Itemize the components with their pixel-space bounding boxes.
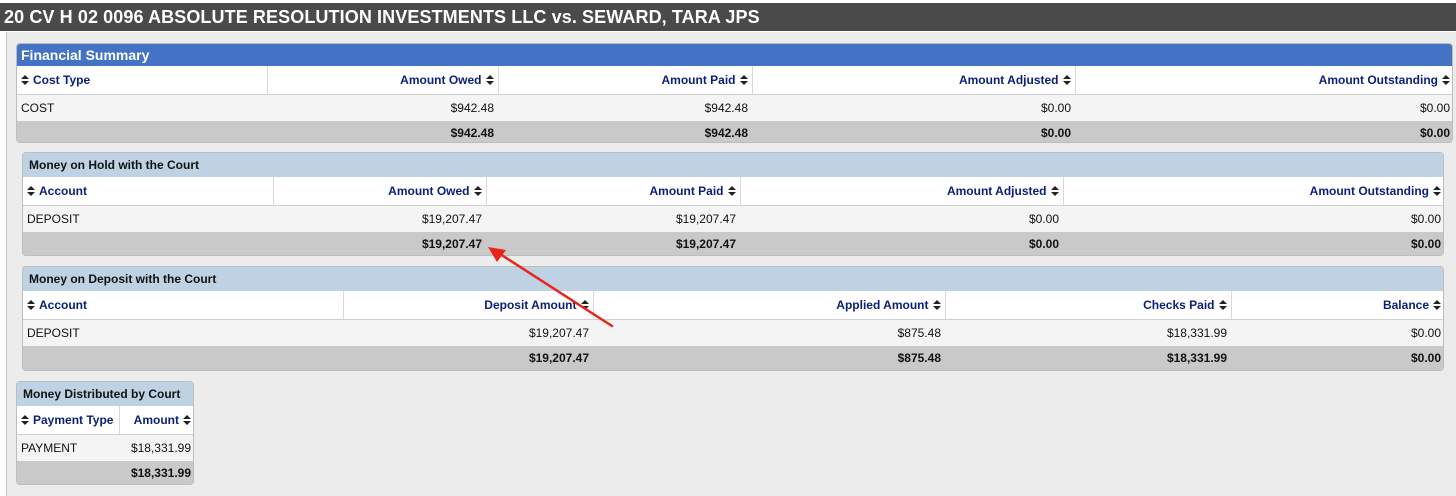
cell-amount: $18,331.99 bbox=[119, 434, 193, 461]
cell-amount-outstanding: $0.00 bbox=[1063, 205, 1443, 232]
cell-amount-paid: $19,207.47 bbox=[486, 205, 740, 232]
cell-payment-type: PAYMENT bbox=[17, 434, 119, 461]
sort-icon bbox=[1433, 185, 1441, 196]
money-on-deposit-table: Account Deposit Amount Applied Amount Ch… bbox=[23, 291, 1443, 370]
sort-icon bbox=[485, 74, 494, 85]
table-header-row: Cost Type Amount Owed Amount Paid Amount… bbox=[17, 66, 1452, 95]
sort-icon bbox=[727, 185, 736, 196]
money-on-hold-panel: Money on Hold with the Court Account Amo… bbox=[22, 152, 1444, 256]
total-label bbox=[17, 461, 119, 484]
cell-deposit-amount: $19,207.47 bbox=[343, 319, 593, 346]
total-balance: $0.00 bbox=[1231, 346, 1443, 370]
table-row: DEPOSIT $19,207.47 $19,207.47 $0.00 $0.0… bbox=[23, 205, 1443, 232]
column-header-payment-type[interactable]: Payment Type bbox=[17, 406, 119, 435]
column-header-amount-owed[interactable]: Amount Owed bbox=[272, 177, 486, 206]
column-header-account[interactable]: Account bbox=[23, 177, 273, 206]
sort-icon bbox=[739, 74, 748, 85]
total-label bbox=[23, 346, 343, 370]
table-row: PAYMENT $18,331.99 bbox=[17, 434, 193, 461]
table-header-row: Account Deposit Amount Applied Amount Ch… bbox=[23, 291, 1443, 320]
money-on-hold-table: Account Amount Owed Amount Paid Amount A… bbox=[23, 177, 1443, 255]
total-amount-adjusted: $0.00 bbox=[752, 121, 1075, 142]
total-amount-owed: $19,207.47 bbox=[273, 232, 486, 255]
sort-icon bbox=[473, 185, 482, 196]
table-header-row: Payment Type Amount bbox=[17, 406, 193, 435]
column-header-amount-adjusted[interactable]: Amount Adjusted bbox=[751, 66, 1075, 95]
column-header-deposit-amount[interactable]: Deposit Amount bbox=[342, 291, 593, 320]
case-title: 20 CV H 02 0096 ABSOLUTE RESOLUTION INVE… bbox=[0, 3, 1456, 31]
cell-checks-paid: $18,331.99 bbox=[945, 319, 1231, 346]
financial-summary-panel: Financial Summary Cost Type Amount Owed … bbox=[16, 43, 1453, 143]
total-applied-amount: $875.48 bbox=[593, 346, 945, 370]
total-row: $18,331.99 bbox=[17, 461, 193, 484]
table-header-row: Account Amount Owed Amount Paid Amount A… bbox=[23, 177, 1443, 206]
sort-icon bbox=[580, 299, 589, 310]
total-deposit-amount: $19,207.47 bbox=[343, 346, 593, 370]
total-amount-outstanding: $0.00 bbox=[1075, 121, 1452, 142]
total-amount: $18,331.99 bbox=[119, 461, 193, 484]
column-header-amount-paid[interactable]: Amount Paid bbox=[497, 66, 752, 95]
column-header-amount-owed[interactable]: Amount Owed bbox=[266, 66, 498, 95]
total-amount-owed: $942.48 bbox=[267, 121, 498, 142]
column-header-amount-adjusted[interactable]: Amount Adjusted bbox=[739, 177, 1063, 206]
sort-icon bbox=[21, 414, 29, 425]
cell-amount-adjusted: $0.00 bbox=[752, 94, 1075, 121]
total-checks-paid: $18,331.99 bbox=[945, 346, 1231, 370]
total-amount-paid: $942.48 bbox=[498, 121, 752, 142]
total-amount-outstanding: $0.00 bbox=[1063, 232, 1443, 255]
total-label bbox=[23, 232, 273, 255]
sort-icon bbox=[27, 185, 35, 196]
money-distributed-title: Money Distributed by Court bbox=[17, 382, 193, 406]
total-row: $19,207.47 $875.48 $18,331.99 $0.00 bbox=[23, 346, 1443, 370]
cell-amount-adjusted: $0.00 bbox=[740, 205, 1063, 232]
sort-icon bbox=[183, 414, 191, 425]
financial-section: Financial Summary Cost Type Amount Owed … bbox=[6, 32, 1456, 496]
total-label bbox=[17, 121, 267, 142]
sort-icon bbox=[27, 299, 35, 310]
column-header-checks-paid[interactable]: Checks Paid bbox=[944, 291, 1231, 320]
column-header-balance[interactable]: Balance bbox=[1230, 291, 1443, 320]
sort-icon bbox=[1433, 299, 1441, 310]
cell-cost-type: COST bbox=[17, 94, 267, 121]
total-amount-adjusted: $0.00 bbox=[740, 232, 1063, 255]
total-row: $942.48 $942.48 $0.00 $0.00 bbox=[17, 121, 1452, 142]
cell-amount-owed: $19,207.47 bbox=[273, 205, 486, 232]
money-distributed-panel: Money Distributed by Court Payment Type … bbox=[16, 381, 194, 485]
table-row: COST $942.48 $942.48 $0.00 $0.00 bbox=[17, 94, 1452, 121]
column-header-amount-outstanding[interactable]: Amount Outstanding bbox=[1062, 177, 1443, 206]
column-header-amount-paid[interactable]: Amount Paid bbox=[485, 177, 740, 206]
total-row: $19,207.47 $19,207.47 $0.00 $0.00 bbox=[23, 232, 1443, 255]
money-on-deposit-panel: Money on Deposit with the Court Account … bbox=[22, 266, 1444, 371]
cell-amount-outstanding: $0.00 bbox=[1075, 94, 1452, 121]
money-distributed-table: Payment Type Amount PAYMENT $18,331.99 $… bbox=[17, 406, 193, 484]
column-header-amount-outstanding[interactable]: Amount Outstanding bbox=[1074, 66, 1452, 95]
sort-icon bbox=[1062, 74, 1071, 85]
financial-summary-table: Cost Type Amount Owed Amount Paid Amount… bbox=[17, 66, 1452, 142]
money-on-hold-title: Money on Hold with the Court bbox=[23, 153, 1443, 177]
column-header-amount[interactable]: Amount bbox=[118, 406, 193, 435]
money-on-deposit-title: Money on Deposit with the Court bbox=[23, 267, 1443, 291]
sort-icon bbox=[1218, 299, 1227, 310]
cell-balance: $0.00 bbox=[1231, 319, 1443, 346]
table-row: DEPOSIT $19,207.47 $875.48 $18,331.99 $0… bbox=[23, 319, 1443, 346]
sort-icon bbox=[1442, 74, 1450, 85]
cell-amount-paid: $942.48 bbox=[498, 94, 752, 121]
sort-icon bbox=[1050, 185, 1059, 196]
column-header-cost-type[interactable]: Cost Type bbox=[17, 66, 267, 95]
cell-applied-amount: $875.48 bbox=[593, 319, 945, 346]
total-amount-paid: $19,207.47 bbox=[486, 232, 740, 255]
column-header-applied-amount[interactable]: Applied Amount bbox=[592, 291, 945, 320]
cell-amount-owed: $942.48 bbox=[267, 94, 498, 121]
sort-icon bbox=[21, 74, 29, 85]
column-header-account[interactable]: Account bbox=[23, 291, 343, 320]
cell-account: DEPOSIT bbox=[23, 319, 343, 346]
sort-icon bbox=[932, 299, 941, 310]
financial-summary-title: Financial Summary bbox=[17, 44, 1452, 66]
cell-account: DEPOSIT bbox=[23, 205, 273, 232]
